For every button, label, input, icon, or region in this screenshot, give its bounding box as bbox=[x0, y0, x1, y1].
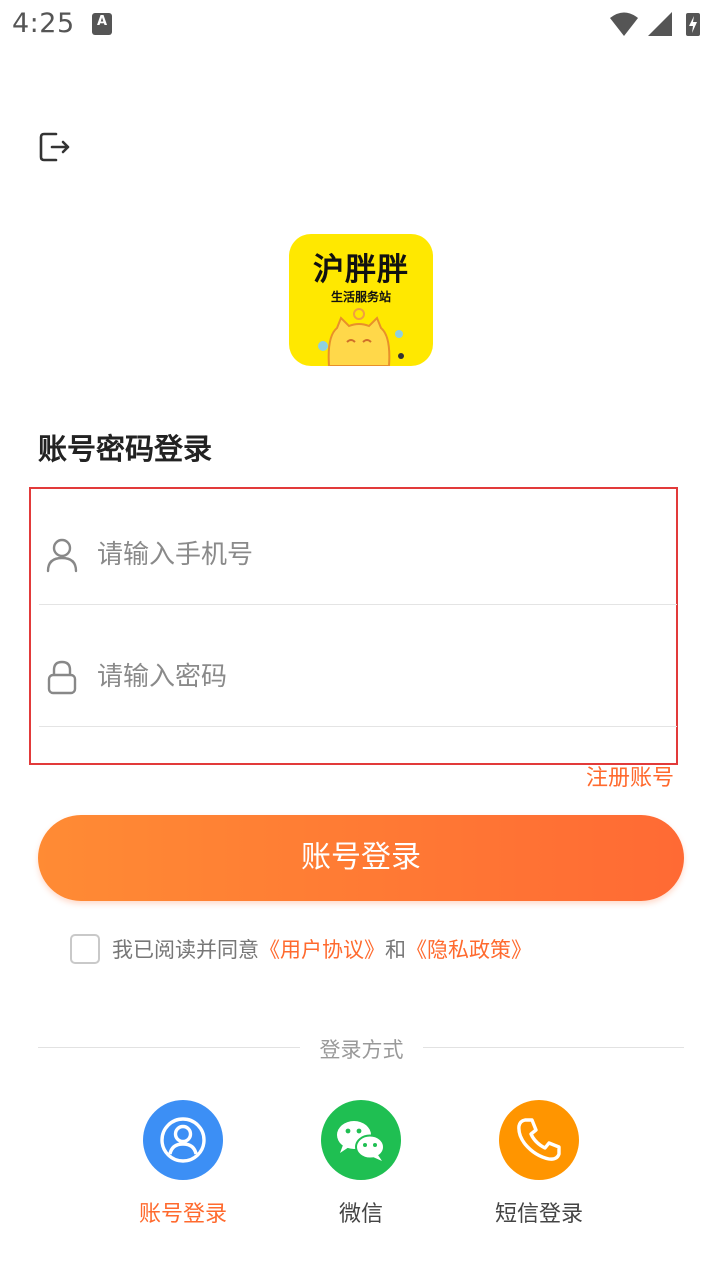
wifi-icon bbox=[610, 12, 638, 36]
method-wechat-label: 微信 bbox=[338, 1202, 383, 1227]
status-time: 4:25 bbox=[12, 8, 75, 39]
method-account-login[interactable]: 账号登录 bbox=[113, 1100, 253, 1228]
method-sms-login[interactable]: 短信登录 bbox=[469, 1100, 609, 1228]
method-account-label: 账号登录 bbox=[138, 1202, 227, 1227]
login-methods-label: 登录方式 bbox=[319, 1038, 404, 1062]
agreement-text: 我已阅读并同意《用户协议》和《隐私政策》 bbox=[112, 934, 532, 964]
login-button[interactable]: 账号登录 bbox=[38, 815, 684, 901]
user-icon bbox=[46, 538, 78, 573]
method-wechat-login[interactable]: 微信 bbox=[291, 1100, 431, 1228]
logo-subtitle: 生活服务站 bbox=[330, 290, 391, 304]
agreement-and: 和 bbox=[385, 938, 406, 962]
logo-name: 沪胖胖 bbox=[313, 252, 409, 288]
method-sms-label: 短信登录 bbox=[494, 1202, 583, 1227]
phone-input[interactable] bbox=[97, 537, 657, 573]
divider-left bbox=[38, 1047, 300, 1048]
method-sms-circle bbox=[499, 1100, 579, 1180]
status-icons bbox=[610, 12, 700, 36]
exit-icon[interactable] bbox=[38, 130, 72, 164]
user-agreement-link[interactable]: 《用户协议》 bbox=[259, 938, 385, 962]
password-input[interactable] bbox=[97, 659, 657, 695]
register-link[interactable]: 注册账号 bbox=[586, 760, 674, 792]
app-logo: 沪胖胖 生活服务站 bbox=[289, 234, 433, 366]
lock-icon bbox=[47, 660, 77, 695]
phone-icon bbox=[517, 1118, 561, 1161]
notification-icon: A bbox=[92, 13, 112, 35]
phone-field bbox=[39, 493, 677, 605]
login-form bbox=[29, 487, 678, 765]
page-title: 账号密码登录 bbox=[38, 432, 213, 466]
privacy-policy-link[interactable]: 《隐私政策》 bbox=[406, 938, 532, 962]
signal-icon bbox=[648, 12, 672, 36]
method-wechat-circle bbox=[321, 1100, 401, 1180]
method-account-circle bbox=[143, 1100, 223, 1180]
divider-right bbox=[423, 1047, 684, 1048]
password-field bbox=[39, 615, 677, 727]
account-icon bbox=[160, 1117, 206, 1163]
agreement-checkbox[interactable] bbox=[70, 934, 100, 964]
status-bar: 4:25 A bbox=[0, 0, 720, 50]
wechat-icon bbox=[337, 1121, 385, 1161]
agreement-prefix: 我已阅读并同意 bbox=[112, 938, 259, 962]
lucky-cat-icon bbox=[318, 308, 404, 366]
